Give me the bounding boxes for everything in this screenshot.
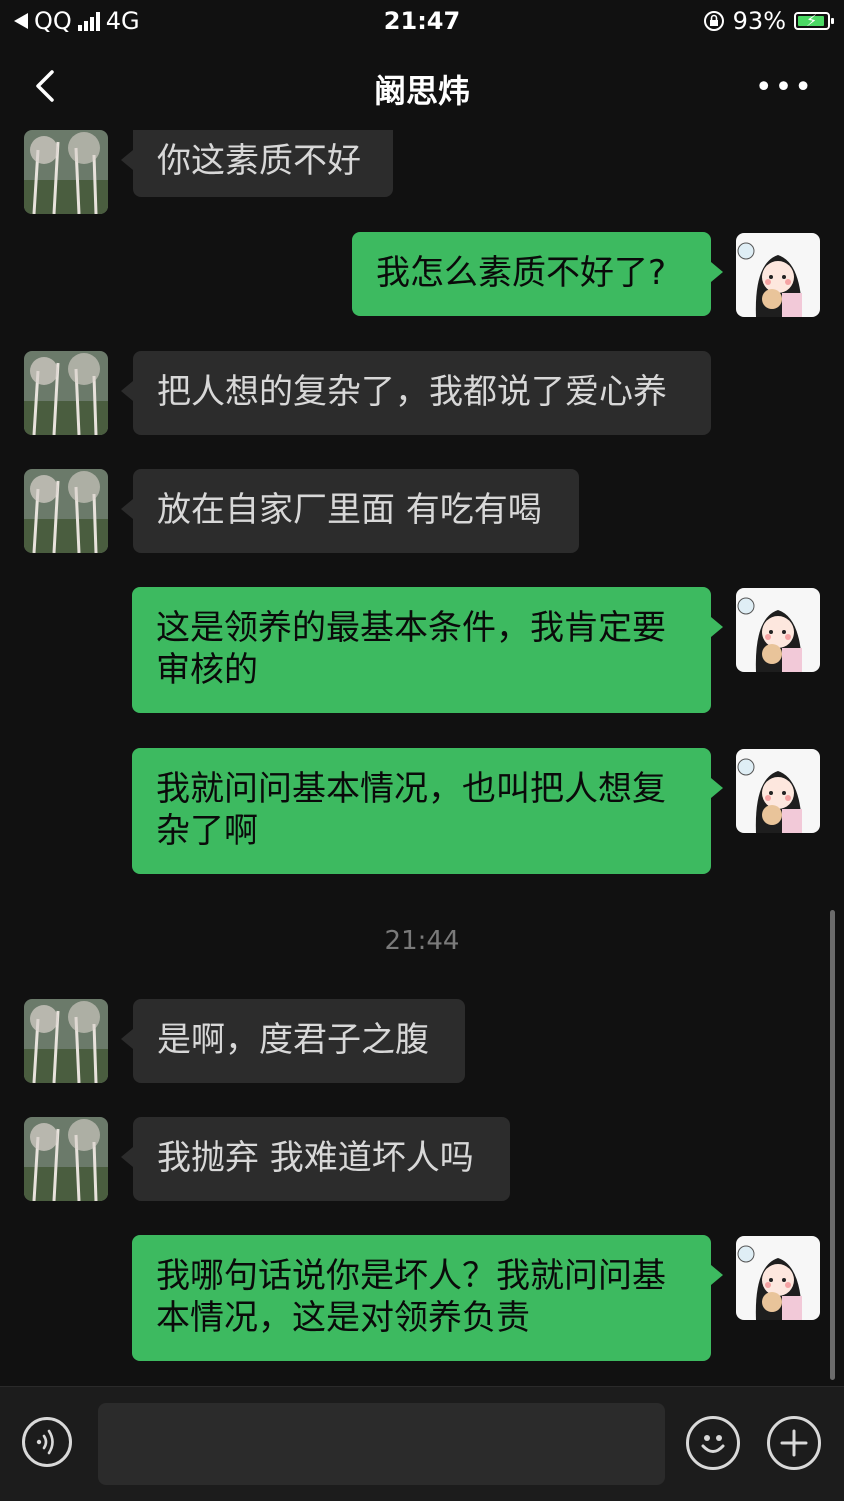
input-bar <box>0 1386 844 1501</box>
battery-percent: 93% <box>732 7 786 35</box>
more-icon[interactable]: ••• <box>755 70 814 105</box>
contact-avatar[interactable] <box>24 469 108 553</box>
contact-avatar[interactable] <box>24 351 108 435</box>
incoming-bubble[interactable]: 你这素质不好 <box>121 130 393 197</box>
contact-avatar[interactable] <box>24 130 108 214</box>
plus-icon[interactable] <box>767 1416 821 1470</box>
outgoing-bubble[interactable]: 这是领养的最基本条件，我肯定要审核的 <box>132 587 723 713</box>
battery-charging-icon: ⚡ <box>794 11 834 30</box>
chat-area[interactable]: 你这素质不好 我怎么素质不好了? 把人想的复杂了，我都说了爱心养 放在自家厂里面… <box>0 130 844 1386</box>
incoming-bubble[interactable]: 放在自家厂里面 有吃有喝 <box>121 469 579 553</box>
incoming-bubble[interactable]: 把人想的复杂了，我都说了爱心养 <box>121 351 711 435</box>
outgoing-bubble[interactable]: 我哪句话说你是坏人？我就问问基本情况，这是对领养负责 <box>132 1235 723 1361</box>
user-avatar[interactable] <box>736 749 820 833</box>
user-avatar[interactable] <box>736 233 820 317</box>
chat-scrollbar[interactable] <box>830 910 835 1380</box>
chat-title: 阚思炜 <box>373 72 470 110</box>
emoji-icon[interactable] <box>686 1416 740 1470</box>
contact-avatar[interactable] <box>24 999 108 1083</box>
rotation-lock-icon <box>703 11 724 31</box>
incoming-bubble[interactable]: 我抛弃 我难道坏人吗 <box>121 1117 510 1201</box>
status-bar: QQ 4G 21:47 93% ⚡ <box>0 0 844 44</box>
timestamp: 21:44 <box>384 926 460 956</box>
message-input[interactable] <box>98 1403 665 1485</box>
voice-icon[interactable] <box>22 1417 72 1467</box>
contact-avatar[interactable] <box>24 1117 108 1201</box>
status-right: 93% ⚡ <box>703 7 834 35</box>
outgoing-bubble[interactable]: 我就问问基本情况，也叫把人想复杂了啊 <box>132 748 723 874</box>
outgoing-bubble[interactable]: 我怎么素质不好了? <box>352 232 723 316</box>
user-avatar[interactable] <box>736 588 820 672</box>
incoming-bubble[interactable]: 是啊，度君子之腹 <box>121 999 465 1083</box>
user-avatar[interactable] <box>736 1236 820 1320</box>
nav-bar: 阚思炜 ••• <box>0 44 844 130</box>
